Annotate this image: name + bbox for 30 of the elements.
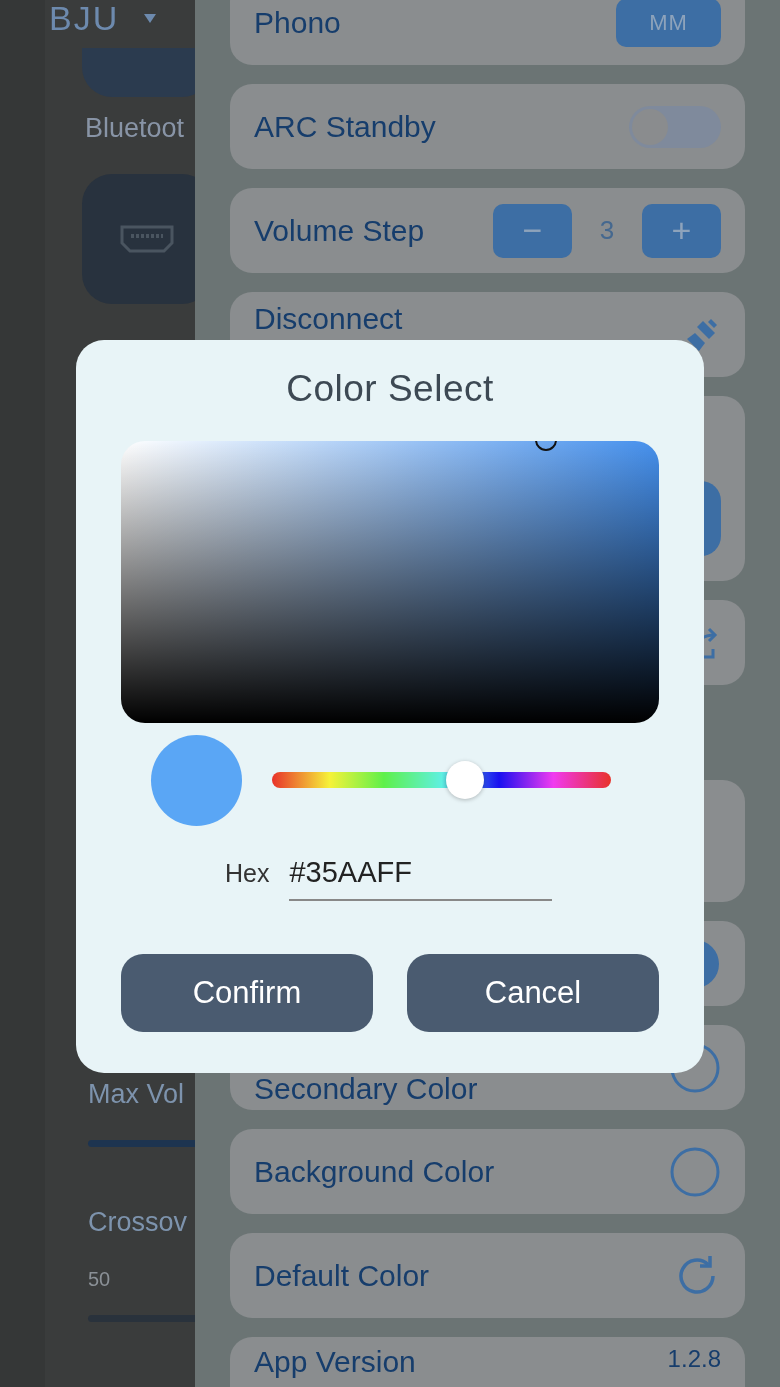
crossover-label: Crossov xyxy=(88,1207,189,1238)
color-swatch-icon[interactable] xyxy=(669,1145,721,1198)
bluetooth-button[interactable] xyxy=(82,48,195,97)
setting-label: ARC Standby xyxy=(254,109,437,144)
color-field[interactable] xyxy=(121,441,659,723)
setting-label: Default Color xyxy=(254,1258,431,1293)
hdmi-port-icon xyxy=(119,224,175,254)
setting-label: Disconnect xyxy=(254,302,404,336)
setting-label: Volume Step xyxy=(254,213,426,248)
hex-input-field[interactable]: #35AAFF xyxy=(289,856,553,901)
confirm-button[interactable]: Confirm xyxy=(121,954,373,1032)
crossover-slider-track[interactable] xyxy=(88,1315,195,1322)
step-value: 3 xyxy=(598,215,616,246)
volume-slider-track[interactable] xyxy=(88,1140,195,1147)
hex-label: Hex xyxy=(225,859,270,889)
setting-label: Phono xyxy=(254,5,342,40)
hue-slider[interactable] xyxy=(272,760,611,800)
dialog-title: Color Select xyxy=(286,368,494,410)
slider-thumb[interactable] xyxy=(446,761,485,799)
setting-label: App Version xyxy=(254,1345,417,1379)
cancel-button[interactable]: Cancel xyxy=(407,954,659,1032)
setting-label: Secondary Color xyxy=(254,1072,479,1106)
max-volume-label: Max Vol xyxy=(88,1079,186,1110)
input-tile[interactable] xyxy=(82,174,195,304)
bluetooth-label: Bluetoot xyxy=(85,113,186,144)
setting-label: Background Color xyxy=(254,1154,496,1189)
device-name: BJU xyxy=(49,0,120,38)
caret-icon[interactable] xyxy=(143,12,158,24)
version-number: 1.2.8 xyxy=(667,1345,721,1373)
crossover-value: 50 xyxy=(88,1268,112,1291)
